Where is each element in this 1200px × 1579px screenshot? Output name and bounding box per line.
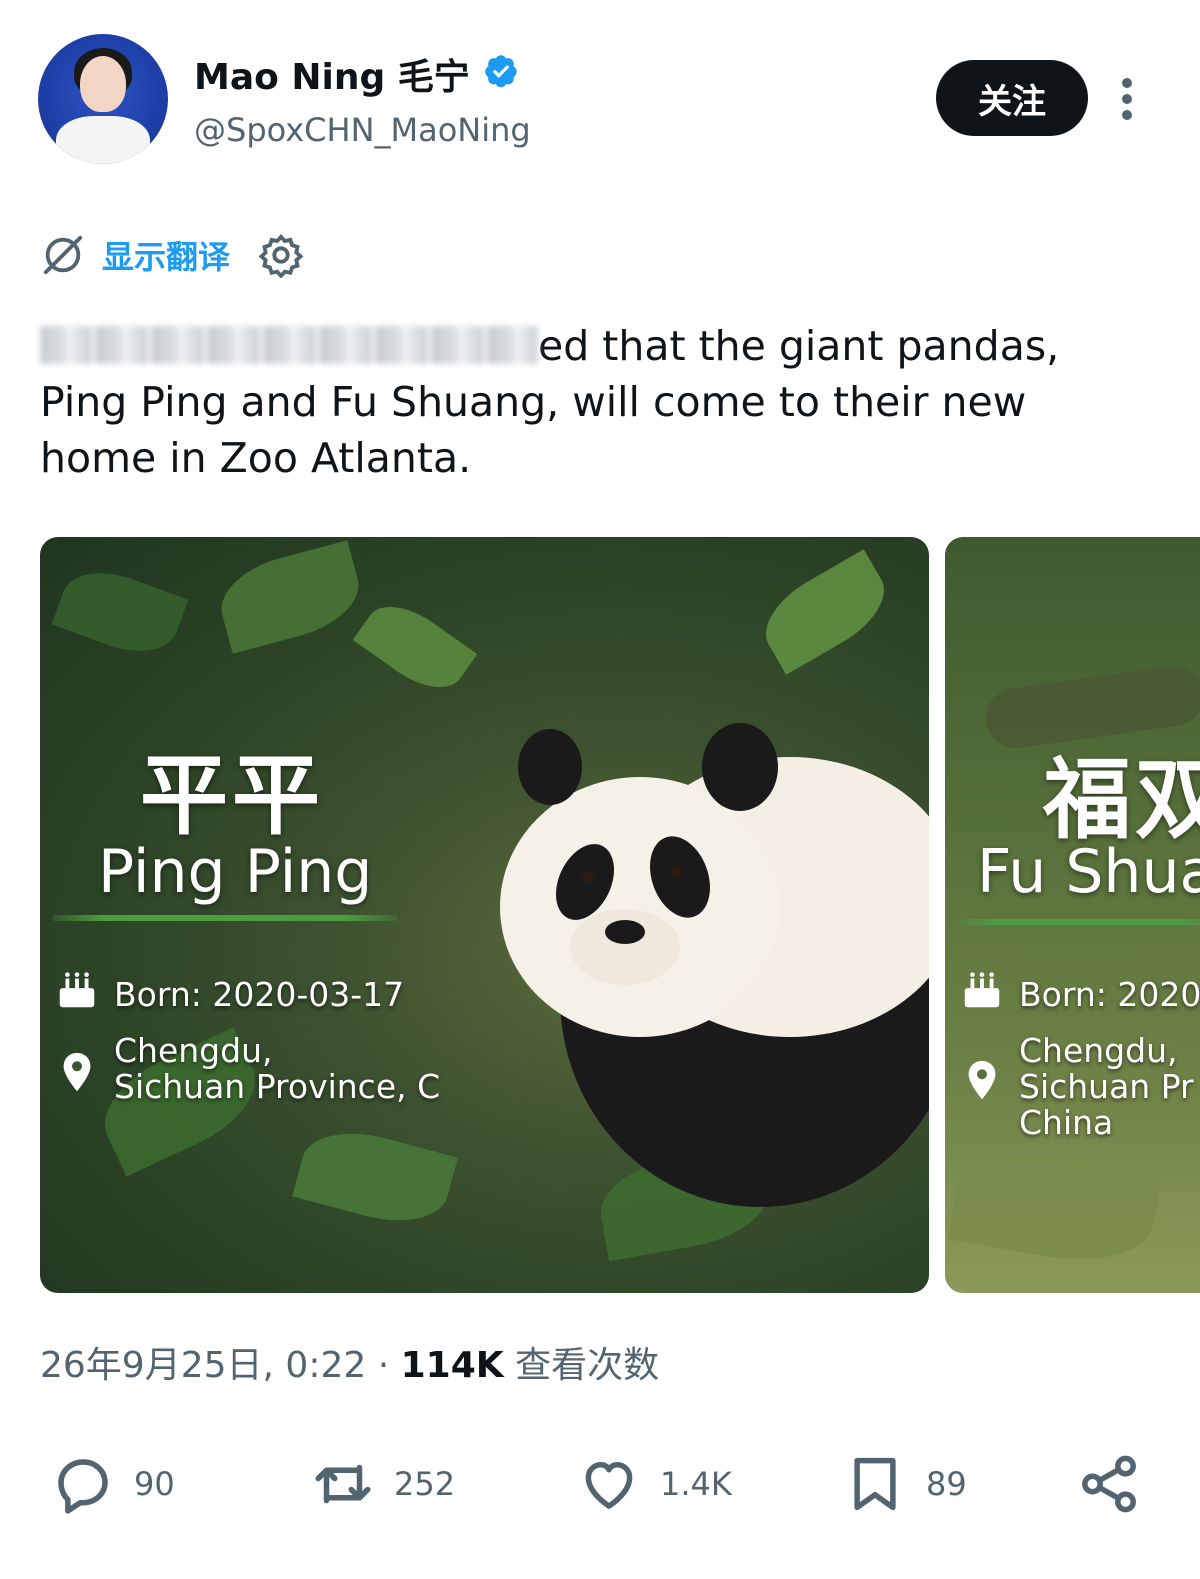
panda-name-chinese: 平平 [140,744,325,847]
tweet-meta: 26年9月25日, 0:22 · 114K 查看次数 [40,1336,659,1388]
share-button[interactable] [1076,1452,1142,1516]
panda-location-line2: Sichuan Province, C [114,1067,441,1106]
panda-location-line1: Chengdu, [114,1031,273,1070]
reply-count: 90 [134,1465,175,1503]
panda-born-date: Born: 2020-03-17 [114,975,405,1014]
tweet-timestamp[interactable]: 26年9月25日, 0:22 [40,1345,366,1386]
panda-born-date: Born: 2020 [1019,975,1200,1014]
media-card-ping-ping[interactable]: 平平 Ping Ping Born: 2020-03-17 Chengdu, S… [40,537,929,1293]
retweet-count: 252 [394,1465,456,1503]
meta-separator: · [377,1345,390,1386]
foliage [212,540,368,654]
divider [52,915,398,921]
verified-badge-icon [485,55,517,88]
foliage [352,590,478,704]
user-handle[interactable]: @SpoxCHN_MaoNing [194,111,531,149]
more-dot [1122,78,1132,88]
more-dot [1122,94,1132,104]
more-vertical-icon[interactable] [1110,74,1144,124]
foliage [947,1140,1163,1274]
like-button[interactable]: 1.4K [576,1452,732,1516]
like-count: 1.4K [660,1465,732,1503]
heart-icon [585,1462,633,1509]
tweet-text: ed that the giant pandas, Ping Ping and … [40,318,1150,486]
retweet-icon [315,1464,371,1504]
avatar-face [80,56,126,112]
views-count: 114K [400,1345,504,1386]
panda-illustration [500,723,929,1207]
bookmark-button[interactable]: 89 [842,1452,967,1516]
foliage [292,1118,458,1236]
foliage [51,558,189,666]
reply-icon [58,1459,108,1514]
panda-location-line2: Sichuan Pr [1019,1067,1194,1106]
translate-off-icon [43,235,83,275]
bookmark-icon [854,1457,896,1511]
reply-button[interactable]: 90 [50,1452,175,1516]
show-translation-link[interactable]: 显示翻译 [102,232,230,278]
divider [959,919,1200,925]
retweet-button[interactable]: 252 [310,1452,455,1516]
follow-button[interactable]: 关注 [936,60,1088,136]
media-card-fu-shuang[interactable]: 福双 Fu Shuang Born: 2020 Chengdu, Sichuan… [945,537,1200,1293]
panda-location-line1: Chengdu, [1019,1031,1178,1070]
more-dot [1122,110,1132,120]
birthday-cake-icon [964,972,1000,1008]
avatar[interactable] [38,34,168,164]
bookmark-count: 89 [926,1465,967,1503]
gear-icon[interactable] [258,232,304,278]
location-pin-icon [968,1060,996,1100]
translate-row: 显示翻译 [40,228,304,282]
birthday-cake-icon [59,972,95,1008]
share-icon [1082,1455,1136,1513]
foliage [751,549,899,675]
redacted-text [40,326,538,364]
views-label: 查看次数 [515,1345,660,1386]
panda-name-english: Fu Shuang [977,837,1200,907]
display-name[interactable]: Mao Ning 毛宁 [194,48,470,100]
panda-name-english: Ping Ping [98,837,373,907]
location-pin-icon [63,1052,91,1092]
avatar-body [56,116,150,164]
panda-location-line3: China [1019,1103,1114,1142]
